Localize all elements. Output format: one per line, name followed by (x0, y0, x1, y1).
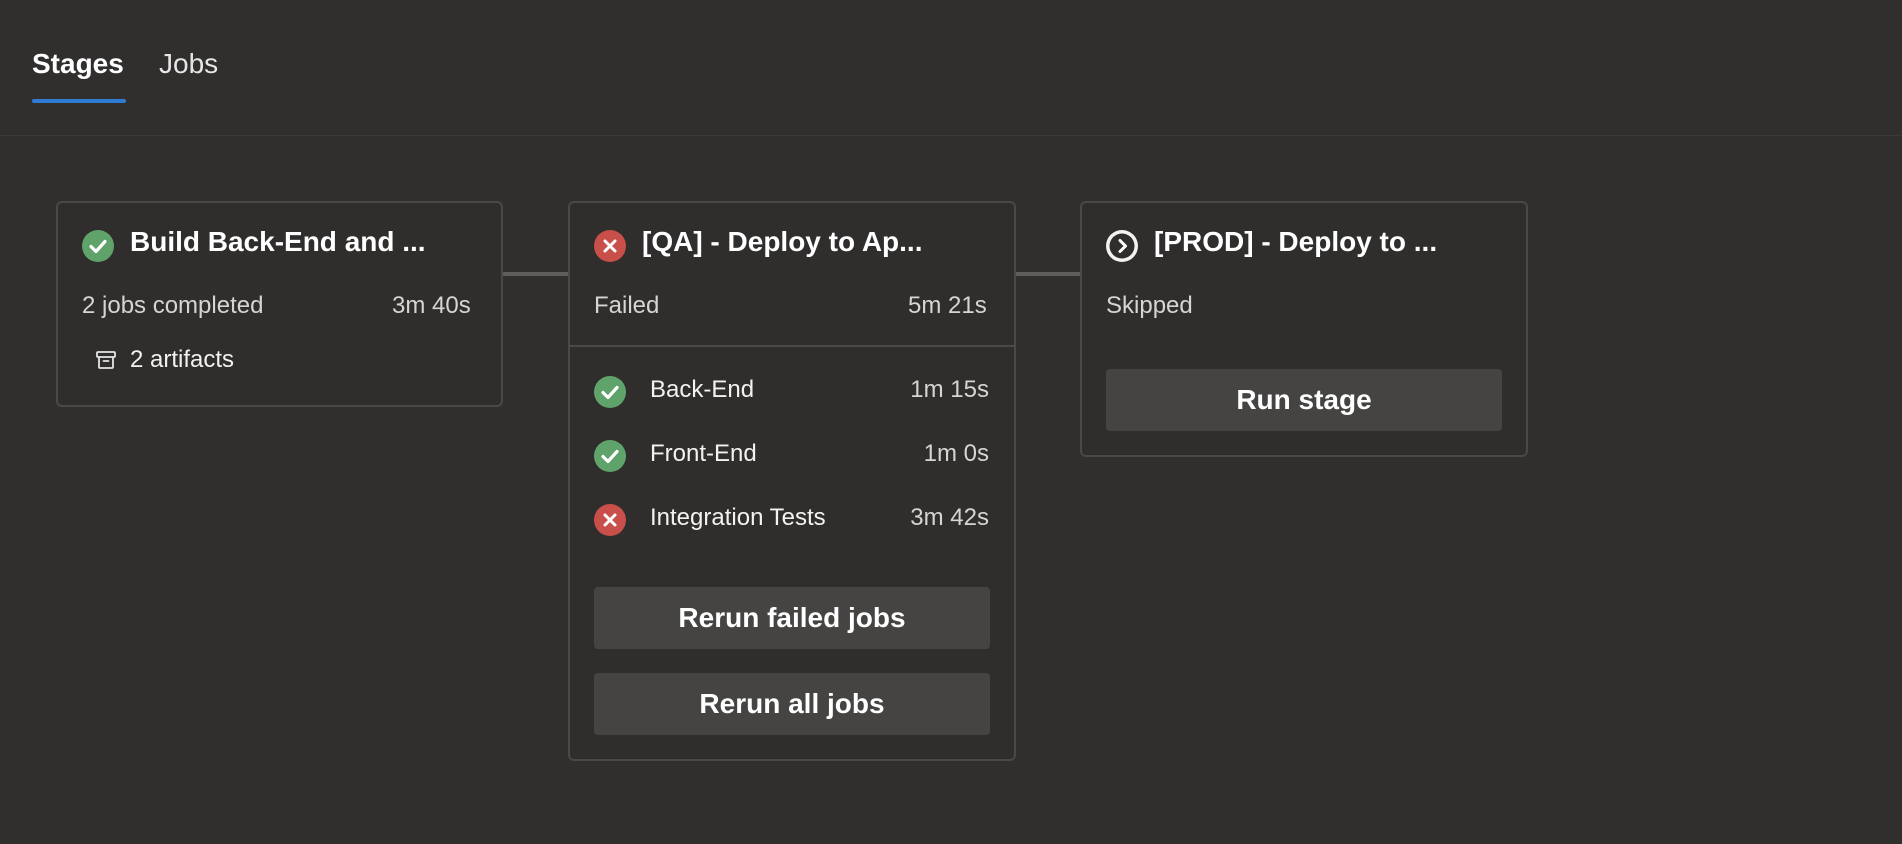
rerun-all-jobs-button[interactable]: Rerun all jobs (594, 673, 990, 735)
stage-connector (503, 272, 569, 276)
failed-icon (594, 504, 626, 536)
job-duration: 1m 15s (910, 376, 989, 403)
rerun-failed-jobs-button[interactable]: Rerun failed jobs (594, 587, 990, 649)
job-duration: 3m 42s (910, 504, 989, 531)
skipped-icon (1106, 230, 1138, 262)
success-icon (594, 440, 626, 472)
success-icon (594, 376, 626, 408)
tab-bar: Stages Jobs (0, 0, 1902, 136)
stage-title[interactable]: Build Back-End and ... (130, 226, 426, 258)
card-divider (570, 345, 1014, 347)
tab-jobs[interactable]: Jobs (159, 46, 218, 82)
stage-summary: Failed (594, 292, 660, 319)
stage-duration: 3m 40s (392, 292, 471, 319)
active-tab-indicator (32, 99, 126, 103)
tab-stages[interactable]: Stages (32, 46, 124, 82)
stage-summary: Skipped (1106, 292, 1193, 319)
stage-connector (1015, 272, 1081, 276)
artifacts-link[interactable]: 2 artifacts (130, 346, 234, 374)
job-name[interactable]: Back-End (650, 376, 754, 404)
stage-title[interactable]: [QA] - Deploy to Ap... (642, 226, 923, 258)
success-icon (82, 230, 114, 262)
stage-title[interactable]: [PROD] - Deploy to ... (1154, 226, 1437, 258)
stage-summary: 2 jobs completed (82, 292, 264, 319)
stage-duration: 5m 21s (908, 292, 987, 319)
job-name[interactable]: Front-End (650, 440, 757, 468)
archive-icon (95, 349, 117, 371)
job-duration: 1m 0s (923, 440, 989, 467)
run-stage-button[interactable]: Run stage (1106, 369, 1502, 431)
failed-icon (594, 230, 626, 262)
job-name[interactable]: Integration Tests (650, 504, 826, 532)
